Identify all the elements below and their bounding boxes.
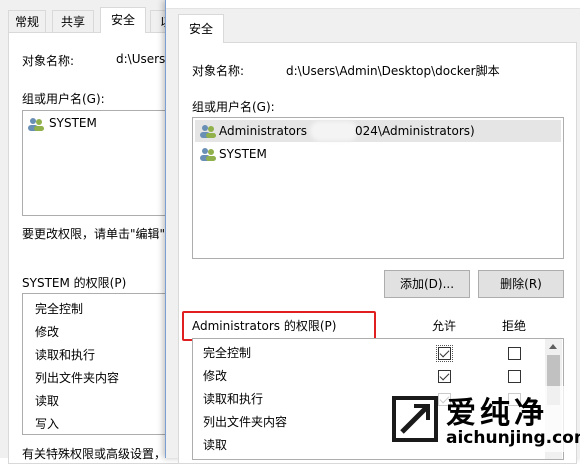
perm-row: 完全控制 bbox=[193, 342, 548, 365]
users-icon bbox=[200, 125, 216, 138]
back-user-list[interactable]: SYSTEM bbox=[22, 110, 174, 216]
back-perm-item: 完全控制 bbox=[35, 302, 84, 316]
back-perm-item: 修改 bbox=[35, 325, 60, 339]
redacted-blur bbox=[310, 121, 358, 141]
back-object-value: d:\Users bbox=[116, 52, 166, 66]
user-list[interactable]: Administrators 024\Administrators) SYSTE… bbox=[192, 117, 564, 259]
aichunjing-logo-icon bbox=[392, 396, 438, 442]
object-name-label: 对象名称: bbox=[192, 64, 245, 78]
perm-label: 列出文件夹内容 bbox=[203, 415, 288, 429]
group-user-label: 组或用户名(G): bbox=[192, 100, 275, 114]
watermark-cn: 爱纯净 bbox=[446, 396, 548, 431]
watermark-url: aichunjing.com bbox=[446, 428, 580, 448]
back-properties-dialog: 常规 共享 安全 以 对象名称: d:\Users 组或用户名(G): SYST… bbox=[0, 0, 182, 464]
deny-modify-checkbox[interactable] bbox=[508, 370, 521, 383]
remove-button[interactable]: 删除(R) bbox=[478, 270, 564, 298]
watermark: 爱纯净 aichunjing.com bbox=[384, 386, 580, 452]
perm-label: 完全控制 bbox=[203, 346, 252, 360]
add-button[interactable]: 添加(D)... bbox=[384, 270, 470, 298]
perm-label: 读取 bbox=[203, 438, 228, 452]
back-group-label: 组或用户名(G): bbox=[22, 92, 105, 106]
user-name: Administrators bbox=[219, 124, 308, 138]
dialog-titlebar[interactable] bbox=[166, 0, 580, 9]
user-domain: 024\Administrators) bbox=[355, 124, 475, 138]
perm-row: 修改 bbox=[193, 365, 548, 388]
back-object-label: 对象名称: bbox=[22, 54, 75, 68]
deny-full-control-checkbox[interactable] bbox=[508, 347, 521, 360]
perm-label: 修改 bbox=[203, 369, 228, 383]
users-icon bbox=[200, 148, 216, 161]
back-perm-label: SYSTEM 的权限(P) bbox=[22, 276, 127, 290]
back-perm-item: 读取和执行 bbox=[35, 348, 96, 362]
deny-header: 拒绝 bbox=[502, 319, 527, 333]
user-item-system[interactable]: SYSTEM bbox=[195, 143, 561, 165]
scroll-up-arrow-icon[interactable] bbox=[549, 344, 557, 349]
object-name-value: d:\Users\Admin\Desktop\docker脚本 bbox=[286, 64, 500, 78]
user-name: SYSTEM bbox=[219, 147, 267, 161]
back-perm-item: 读取 bbox=[35, 394, 60, 408]
allow-modify-checkbox[interactable] bbox=[438, 370, 451, 383]
permissions-label: Administrators 的权限(P) bbox=[192, 319, 337, 333]
back-perm-item: 写入 bbox=[35, 417, 60, 431]
back-user-label: SYSTEM bbox=[49, 116, 97, 130]
tab-sharing[interactable]: 共享 bbox=[52, 10, 94, 33]
tab-security[interactable]: 安全 bbox=[100, 7, 146, 33]
back-perm-list: 完全控制 修改 读取和执行 列出文件夹内容 读取 写入 bbox=[22, 293, 174, 435]
allow-full-control-checkbox[interactable] bbox=[438, 347, 451, 360]
back-perm-item: 列出文件夹内容 bbox=[35, 371, 120, 385]
tab-general[interactable]: 常规 bbox=[8, 10, 46, 33]
perm-label: 读取和执行 bbox=[203, 392, 264, 406]
back-special-hint: 有关特殊权限或高级设置， bbox=[22, 447, 167, 461]
back-edit-hint: 要更改权限，请单击"编辑" bbox=[22, 227, 166, 241]
tab-security[interactable]: 安全 bbox=[178, 14, 224, 43]
allow-header: 允许 bbox=[432, 319, 457, 333]
users-icon bbox=[28, 118, 44, 131]
user-item-administrators[interactable]: Administrators 024\Administrators) bbox=[195, 120, 561, 142]
